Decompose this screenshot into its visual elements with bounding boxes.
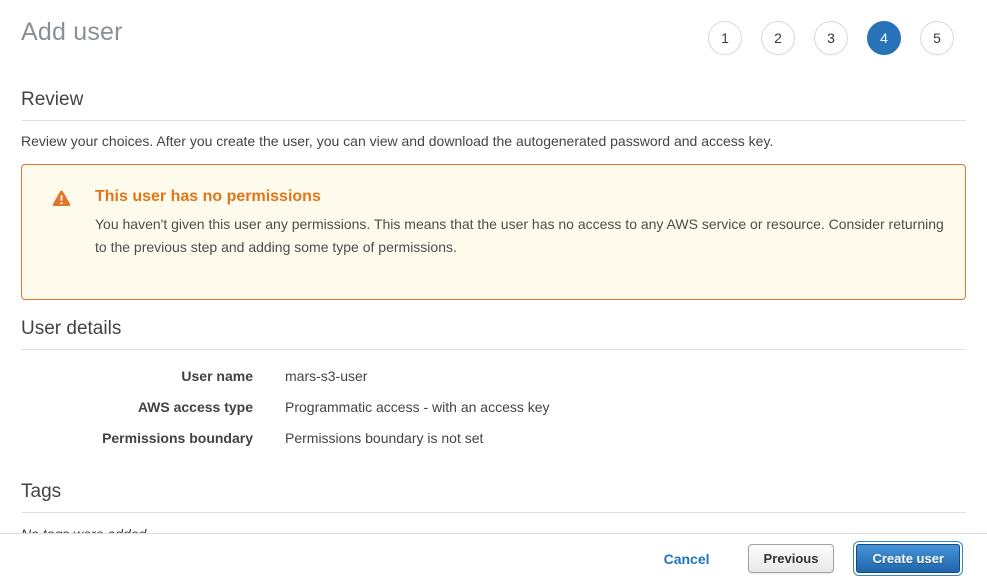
warning-body: You haven't given this user any permissi… [95, 213, 945, 259]
step-3: 3 [814, 21, 848, 55]
user-details-heading: User details [21, 318, 966, 350]
no-permissions-warning-banner: This user has no permissions You haven't… [21, 164, 966, 300]
step-1: 1 [708, 21, 742, 55]
user-name-value: mars-s3-user [285, 368, 367, 384]
user-name-label: User name [21, 368, 253, 384]
main-content: Review Review your choices. After you cr… [0, 89, 987, 542]
step-2: 2 [761, 21, 795, 55]
aws-access-type-value: Programmatic access - with an access key [285, 399, 550, 415]
table-row-permissions-boundary: Permissions boundary Permissions boundar… [21, 423, 966, 454]
review-description: Review your choices. After you create th… [21, 133, 966, 149]
aws-access-type-label: AWS access type [21, 399, 253, 415]
create-user-button[interactable]: Create user [856, 544, 960, 573]
step-5: 5 [920, 21, 954, 55]
cancel-button[interactable]: Cancel [664, 551, 710, 567]
permissions-boundary-value: Permissions boundary is not set [285, 430, 483, 446]
page-title: Add user [21, 16, 123, 47]
previous-button[interactable]: Previous [748, 544, 835, 573]
wizard-footer: Cancel Previous Create user [0, 533, 987, 581]
review-heading: Review [21, 89, 966, 121]
step-indicator: 1 2 3 4 5 [708, 16, 966, 55]
warning-text-block: This user has no permissions You haven't… [95, 188, 945, 259]
table-row-user-name: User name mars-s3-user [21, 361, 966, 392]
warning-triangle-icon [52, 188, 71, 210]
permissions-boundary-label: Permissions boundary [21, 430, 253, 446]
table-row-aws-access-type: AWS access type Programmatic access - wi… [21, 392, 966, 423]
user-details-table: User name mars-s3-user AWS access type P… [21, 361, 966, 454]
warning-title: This user has no permissions [95, 188, 945, 206]
tags-heading: Tags [21, 481, 966, 513]
step-4-active: 4 [867, 21, 901, 55]
wizard-header: Add user 1 2 3 4 5 [0, 0, 987, 75]
